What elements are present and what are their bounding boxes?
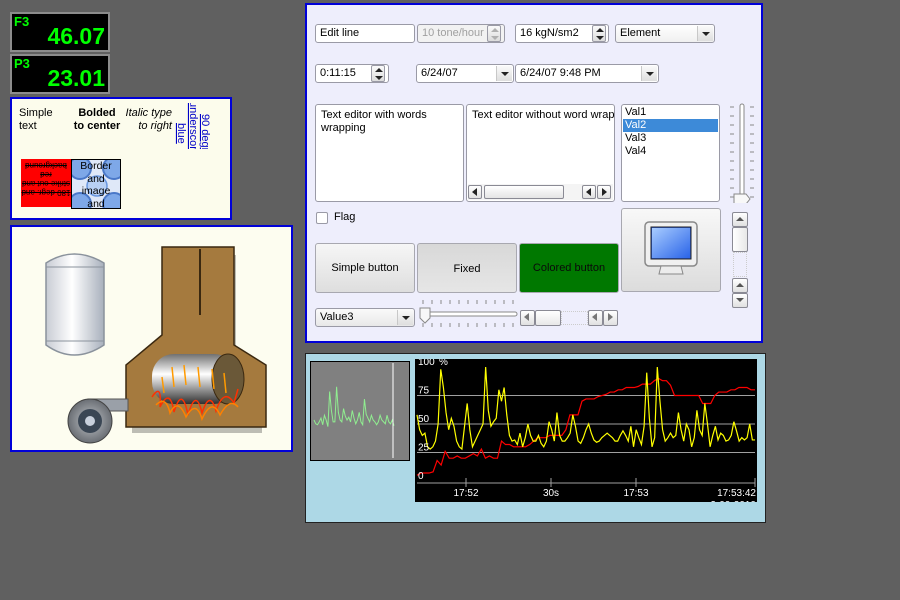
- indicator-f3: F3 46.07: [10, 12, 110, 52]
- element-combobox[interactable]: Element: [615, 24, 715, 43]
- scroll-left-button-2[interactable]: [582, 185, 596, 199]
- small-trend-chart: [310, 361, 410, 461]
- monitor-icon: [644, 221, 698, 275]
- value-combo-value: Value3: [320, 311, 354, 323]
- rot90-label: 90 degr.: [199, 114, 211, 149]
- fixed-button[interactable]: Fixed: [417, 243, 517, 293]
- kgn-sm2-spin-buttons[interactable]: [592, 25, 606, 42]
- indicator-value: 23.01: [47, 65, 105, 91]
- list-item[interactable]: Val1: [623, 106, 718, 119]
- scroll-left-button[interactable]: [468, 185, 482, 199]
- text-editor-nowrap-content: Text editor without word wrapping: [472, 109, 615, 121]
- vscroll-thumb[interactable]: [732, 227, 748, 252]
- indicator-p3: P3 23.01: [10, 54, 110, 94]
- simple-text: Simple text: [19, 107, 53, 132]
- trend-panel: 0 25 50 75 100% 17:52 30s 17:53 17:53:422-09-201…: [305, 353, 766, 523]
- chevron-down-icon[interactable]: [697, 26, 713, 41]
- tone-hour-spin-buttons: [487, 25, 501, 42]
- underscore-label: underscore: [187, 103, 199, 149]
- horizontal-scrollbar[interactable]: [468, 184, 613, 200]
- vertical-scrollbar[interactable]: [732, 212, 748, 308]
- scroll-right-button[interactable]: [603, 310, 618, 326]
- vertical-slider[interactable]: [729, 103, 755, 203]
- border-image-text: Border and image and center: [80, 160, 112, 209]
- blue-label: blue: [175, 123, 187, 144]
- monitor-image-button[interactable]: [621, 208, 721, 292]
- scroll-up-button[interactable]: [732, 212, 748, 227]
- scroll-left-button-2[interactable]: [588, 310, 603, 326]
- simple-button[interactable]: Simple button: [315, 243, 415, 293]
- rotated-underscore-text: 90 degr. underscore blue: [172, 103, 222, 149]
- rotated-red-text-box: 180 degr. and strike out and red backgro…: [21, 159, 71, 207]
- boiler-drum-icon: [152, 353, 245, 405]
- furnace-icon: [125, 246, 267, 433]
- text-editor-nowrap[interactable]: Text editor without word wrapping: [466, 104, 615, 202]
- datetime-value: 6/24/07 9:48 PM: [520, 67, 601, 79]
- date-combobox[interactable]: 6/24/07: [416, 64, 514, 83]
- list-item[interactable]: Val4: [623, 145, 718, 158]
- scroll-thumb[interactable]: [484, 185, 564, 199]
- y-unit-label: %: [439, 359, 448, 368]
- fan-blower-icon: [67, 398, 129, 444]
- x-tick-label: 30s: [543, 488, 559, 499]
- chevron-down-icon[interactable]: [397, 310, 413, 325]
- y-tick-label: 100: [418, 359, 435, 368]
- storage-tank-icon: [45, 253, 105, 356]
- y-tick-label: 75: [418, 386, 430, 397]
- element-combo-value: Element: [620, 27, 661, 39]
- rot180-text: 180 degr. and strike out and red backgro…: [21, 161, 71, 197]
- italic-right-text: Italic type to right: [125, 107, 172, 132]
- horizontal-slider[interactable]: [419, 299, 519, 329]
- border-image-box: Border and image and center: [71, 159, 121, 209]
- x-date-label: 2-09-2010: [710, 500, 756, 502]
- date-value: 6/24/07: [421, 67, 458, 79]
- hscroll-thumb[interactable]: [535, 310, 561, 326]
- chevron-down-icon[interactable]: [496, 66, 512, 81]
- mnemo-scheme-panel: [10, 225, 293, 452]
- y-tick-label: 0: [418, 471, 424, 482]
- flag-label: Flag: [334, 211, 356, 223]
- scroll-up-button-2[interactable]: [732, 278, 748, 293]
- colored-button[interactable]: Colored button: [519, 243, 619, 293]
- chevron-down-icon[interactable]: [641, 66, 657, 81]
- indicator-value: 46.07: [47, 23, 105, 49]
- indicator-label: F3: [14, 14, 30, 29]
- text-format-panel: Simple text Bolded to center Italic type…: [10, 97, 232, 220]
- flag-checkbox[interactable]: [316, 212, 328, 224]
- y-tick-label: 50: [418, 414, 430, 425]
- edit-line-input[interactable]: Edit line: [315, 24, 415, 43]
- value-listbox[interactable]: Val1 Val2 Val3 Val4: [621, 104, 720, 202]
- value-combobox[interactable]: Value3: [315, 308, 415, 327]
- vscroll-track[interactable]: [733, 252, 747, 277]
- indicator-label: P3: [14, 56, 30, 71]
- scroll-down-button[interactable]: [732, 293, 748, 308]
- x-tick-label: 17:53:42: [717, 488, 756, 499]
- x-tick-label: 17:52: [453, 488, 478, 499]
- list-item[interactable]: Val3: [623, 132, 718, 145]
- vslider-handle[interactable]: [733, 193, 751, 203]
- main-trend-chart: 0 25 50 75 100% 17:52 30s 17:53 17:53:422-09-201…: [415, 359, 757, 502]
- bold-center-text: Bolded to center: [73, 107, 121, 132]
- datetime-combobox[interactable]: 6/24/07 9:48 PM: [515, 64, 659, 83]
- hscroll-track[interactable]: [561, 311, 588, 325]
- widgets-panel: Edit line 10 tone/hour 16 kgN/sm2 Elemen…: [305, 3, 763, 343]
- time-spin-buttons[interactable]: [371, 65, 385, 82]
- y-tick-label: 25: [418, 443, 430, 454]
- text-editor-wrap[interactable]: Text editor with words wrapping: [315, 104, 464, 202]
- hslider-handle[interactable]: [419, 307, 431, 324]
- scroll-left-button[interactable]: [520, 310, 535, 326]
- x-tick-label: 17:53: [623, 488, 648, 499]
- scroll-right-button[interactable]: [597, 185, 611, 199]
- list-item[interactable]: Val2: [623, 119, 718, 132]
- horizontal-scrollbar-2[interactable]: [520, 310, 620, 326]
